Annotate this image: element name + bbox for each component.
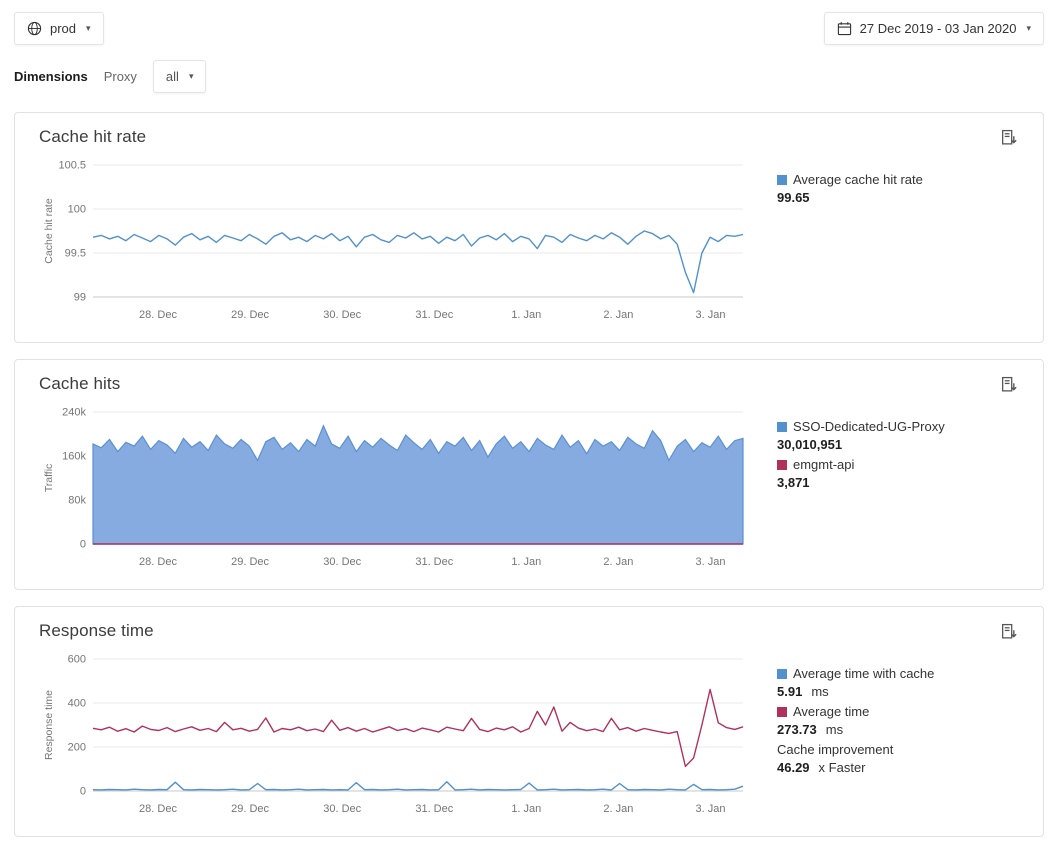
cache-hit-rate-legend: Average cache hit rate 99.65 bbox=[777, 169, 1013, 209]
card-cache-hits: Cache hits 0 80k 160k 240k 28. Dec 29. Dec 30.… bbox=[14, 359, 1044, 590]
card-title: Response time bbox=[39, 621, 154, 641]
download-report-icon[interactable] bbox=[998, 374, 1019, 398]
dimension-value-dropdown[interactable]: all ▾ bbox=[153, 60, 207, 93]
legend-label: Average time bbox=[793, 703, 869, 720]
svg-text:100: 100 bbox=[68, 204, 86, 216]
analytics-dashboard: prod ▾ 27 Dec 2019 - 03 Jan 2020 ▾ Dimen… bbox=[0, 0, 1058, 865]
svg-text:99.5: 99.5 bbox=[65, 248, 86, 260]
environment-selector[interactable]: prod ▾ bbox=[14, 12, 104, 45]
legend-label: Cache improvement bbox=[777, 741, 893, 758]
response-time-chart: 0 200 400 600 28. Dec 29. Dec 30. Dec 31. Dec 1.… bbox=[39, 649, 751, 826]
chevron-down-icon: ▾ bbox=[86, 23, 91, 34]
svg-text:31. Dec: 31. Dec bbox=[415, 556, 453, 568]
svg-text:100.5: 100.5 bbox=[58, 160, 86, 172]
card-response-time: Response time 0 200 400 600 28. Dec 29. Dec 30… bbox=[14, 606, 1044, 837]
calendar-icon bbox=[837, 21, 852, 36]
svg-text:0: 0 bbox=[80, 786, 86, 798]
legend-value: 3,871 bbox=[777, 475, 810, 490]
legend-value: 46.29 bbox=[777, 760, 810, 775]
svg-text:2. Jan: 2. Jan bbox=[603, 556, 633, 568]
legend-swatch bbox=[777, 175, 787, 185]
dimension-value-label: all bbox=[166, 69, 179, 84]
chevron-down-icon: ▾ bbox=[1026, 23, 1031, 34]
date-range-label: 27 Dec 2019 - 03 Jan 2020 bbox=[860, 21, 1017, 36]
svg-text:Response time: Response time bbox=[43, 690, 55, 760]
legend-swatch bbox=[777, 707, 787, 717]
svg-text:160k: 160k bbox=[62, 451, 86, 463]
legend-unit: ms bbox=[826, 722, 843, 737]
legend-label: Average cache hit rate bbox=[793, 171, 923, 188]
svg-text:600: 600 bbox=[68, 654, 86, 666]
legend-label: Average time with cache bbox=[793, 665, 934, 682]
svg-text:Cache hit rate: Cache hit rate bbox=[43, 198, 55, 264]
svg-text:29. Dec: 29. Dec bbox=[231, 803, 269, 815]
svg-text:28. Dec: 28. Dec bbox=[139, 803, 177, 815]
svg-text:1. Jan: 1. Jan bbox=[511, 309, 541, 321]
svg-text:200: 200 bbox=[68, 742, 86, 754]
svg-text:30. Dec: 30. Dec bbox=[323, 309, 361, 321]
cache-hits-chart: 0 80k 160k 240k 28. Dec 29. Dec 30. Dec 31. Dec… bbox=[39, 402, 751, 579]
dimensions-bar: Dimensions Proxy all ▾ bbox=[14, 60, 1044, 93]
dimensions-label: Dimensions bbox=[14, 69, 88, 84]
svg-text:2. Jan: 2. Jan bbox=[603, 803, 633, 815]
legend-swatch bbox=[777, 669, 787, 679]
environment-label: prod bbox=[50, 21, 76, 36]
chevron-down-icon: ▾ bbox=[189, 71, 194, 82]
response-time-legend: Average time with cache 5.91 ms Average t… bbox=[777, 663, 1013, 779]
svg-text:3. Jan: 3. Jan bbox=[696, 803, 726, 815]
legend-swatch bbox=[777, 460, 787, 470]
svg-text:28. Dec: 28. Dec bbox=[139, 556, 177, 568]
svg-text:29. Dec: 29. Dec bbox=[231, 309, 269, 321]
legend-swatch bbox=[777, 422, 787, 432]
svg-text:31. Dec: 31. Dec bbox=[415, 309, 453, 321]
topbar: prod ▾ 27 Dec 2019 - 03 Jan 2020 ▾ bbox=[14, 12, 1044, 45]
legend-value: 99.65 bbox=[777, 190, 810, 205]
svg-text:1. Jan: 1. Jan bbox=[511, 803, 541, 815]
globe-icon bbox=[27, 21, 42, 36]
svg-text:28. Dec: 28. Dec bbox=[139, 309, 177, 321]
svg-text:99: 99 bbox=[74, 292, 86, 304]
legend-label: SSO-Dedicated-UG-Proxy bbox=[793, 418, 945, 435]
legend-unit: ms bbox=[811, 684, 828, 699]
dimension-proxy-label: Proxy bbox=[104, 69, 137, 84]
svg-text:400: 400 bbox=[68, 698, 86, 710]
svg-text:29. Dec: 29. Dec bbox=[231, 556, 269, 568]
legend-value: 5.91 bbox=[777, 684, 802, 699]
legend-value: 273.73 bbox=[777, 722, 817, 737]
svg-text:2. Jan: 2. Jan bbox=[603, 309, 633, 321]
card-title: Cache hits bbox=[39, 374, 120, 394]
cache-hit-rate-chart: 99 99.5 100 100.5 28. Dec 29. Dec 30. Dec 31. D… bbox=[39, 155, 751, 332]
legend-label: emgmt-api bbox=[793, 456, 854, 473]
date-range-picker[interactable]: 27 Dec 2019 - 03 Jan 2020 ▾ bbox=[824, 12, 1044, 45]
download-report-icon[interactable] bbox=[998, 127, 1019, 151]
card-title: Cache hit rate bbox=[39, 127, 146, 147]
svg-text:31. Dec: 31. Dec bbox=[415, 803, 453, 815]
cache-hits-legend: SSO-Dedicated-UG-Proxy 30,010,951 emgmt-… bbox=[777, 416, 1013, 494]
svg-text:1. Jan: 1. Jan bbox=[511, 556, 541, 568]
svg-text:240k: 240k bbox=[62, 407, 86, 419]
svg-text:3. Jan: 3. Jan bbox=[696, 309, 726, 321]
card-cache-hit-rate: Cache hit rate 99 99.5 100 100.5 28. Dec 29. … bbox=[14, 112, 1044, 343]
svg-text:30. Dec: 30. Dec bbox=[323, 556, 361, 568]
legend-value: 30,010,951 bbox=[777, 437, 842, 452]
svg-text:Traffic: Traffic bbox=[43, 464, 55, 493]
svg-text:0: 0 bbox=[80, 539, 86, 551]
svg-text:3. Jan: 3. Jan bbox=[696, 556, 726, 568]
legend-unit: x Faster bbox=[819, 760, 866, 775]
svg-text:30. Dec: 30. Dec bbox=[323, 803, 361, 815]
svg-text:80k: 80k bbox=[68, 495, 86, 507]
download-report-icon[interactable] bbox=[998, 621, 1019, 645]
